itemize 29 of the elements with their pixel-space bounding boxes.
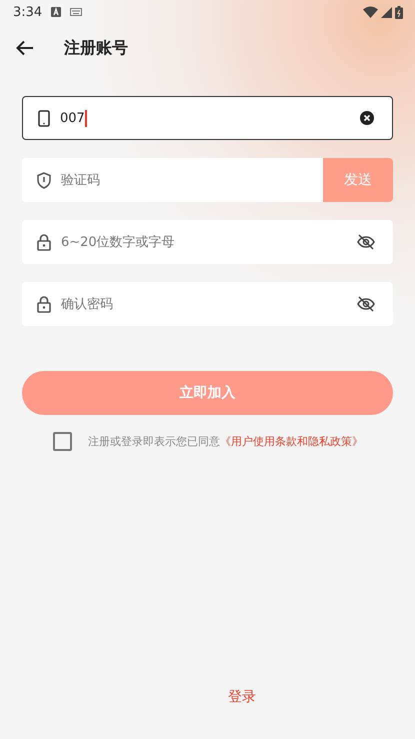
phone-field[interactable]: 007 [22,96,393,140]
eye-off-icon[interactable] [357,296,375,312]
clear-icon[interactable] [360,111,374,125]
back-icon[interactable] [16,40,34,56]
lock-icon [37,296,51,312]
page-title: 注册账号 [64,38,128,58]
code-field[interactable]: 验证码 发送 [22,158,393,202]
login-link[interactable]: 登录 [228,689,256,705]
password-input[interactable]: 确认密码 [61,296,347,312]
eye-off-icon[interactable] [357,234,375,250]
password-input[interactable]: 6~20位数字或字母 [61,234,347,250]
keyboard-icon [70,8,82,16]
send-button[interactable]: 发送 [323,158,393,202]
agreement-checkbox[interactable] [53,432,72,451]
wifi-icon [363,6,378,18]
battery-icon [395,6,403,18]
terms-link[interactable]: 《用户使用条款和隐私政策》 [220,435,363,448]
phone-icon [38,110,50,126]
shield-icon [37,172,51,188]
status-time: 3:34 [13,4,42,20]
code-input[interactable]: 验证码 [61,172,313,188]
signal-icon [381,6,392,18]
join-button[interactable]: 立即加入 [22,371,393,415]
password-field[interactable]: 确认密码 [22,282,393,326]
lock-icon [37,234,51,250]
phone-value: 007 [60,110,85,126]
password-field[interactable]: 6~20位数字或字母 [22,220,393,264]
agreement-text: 注册或登录即表示您已同意 [88,435,220,448]
notification-icon [51,7,62,17]
